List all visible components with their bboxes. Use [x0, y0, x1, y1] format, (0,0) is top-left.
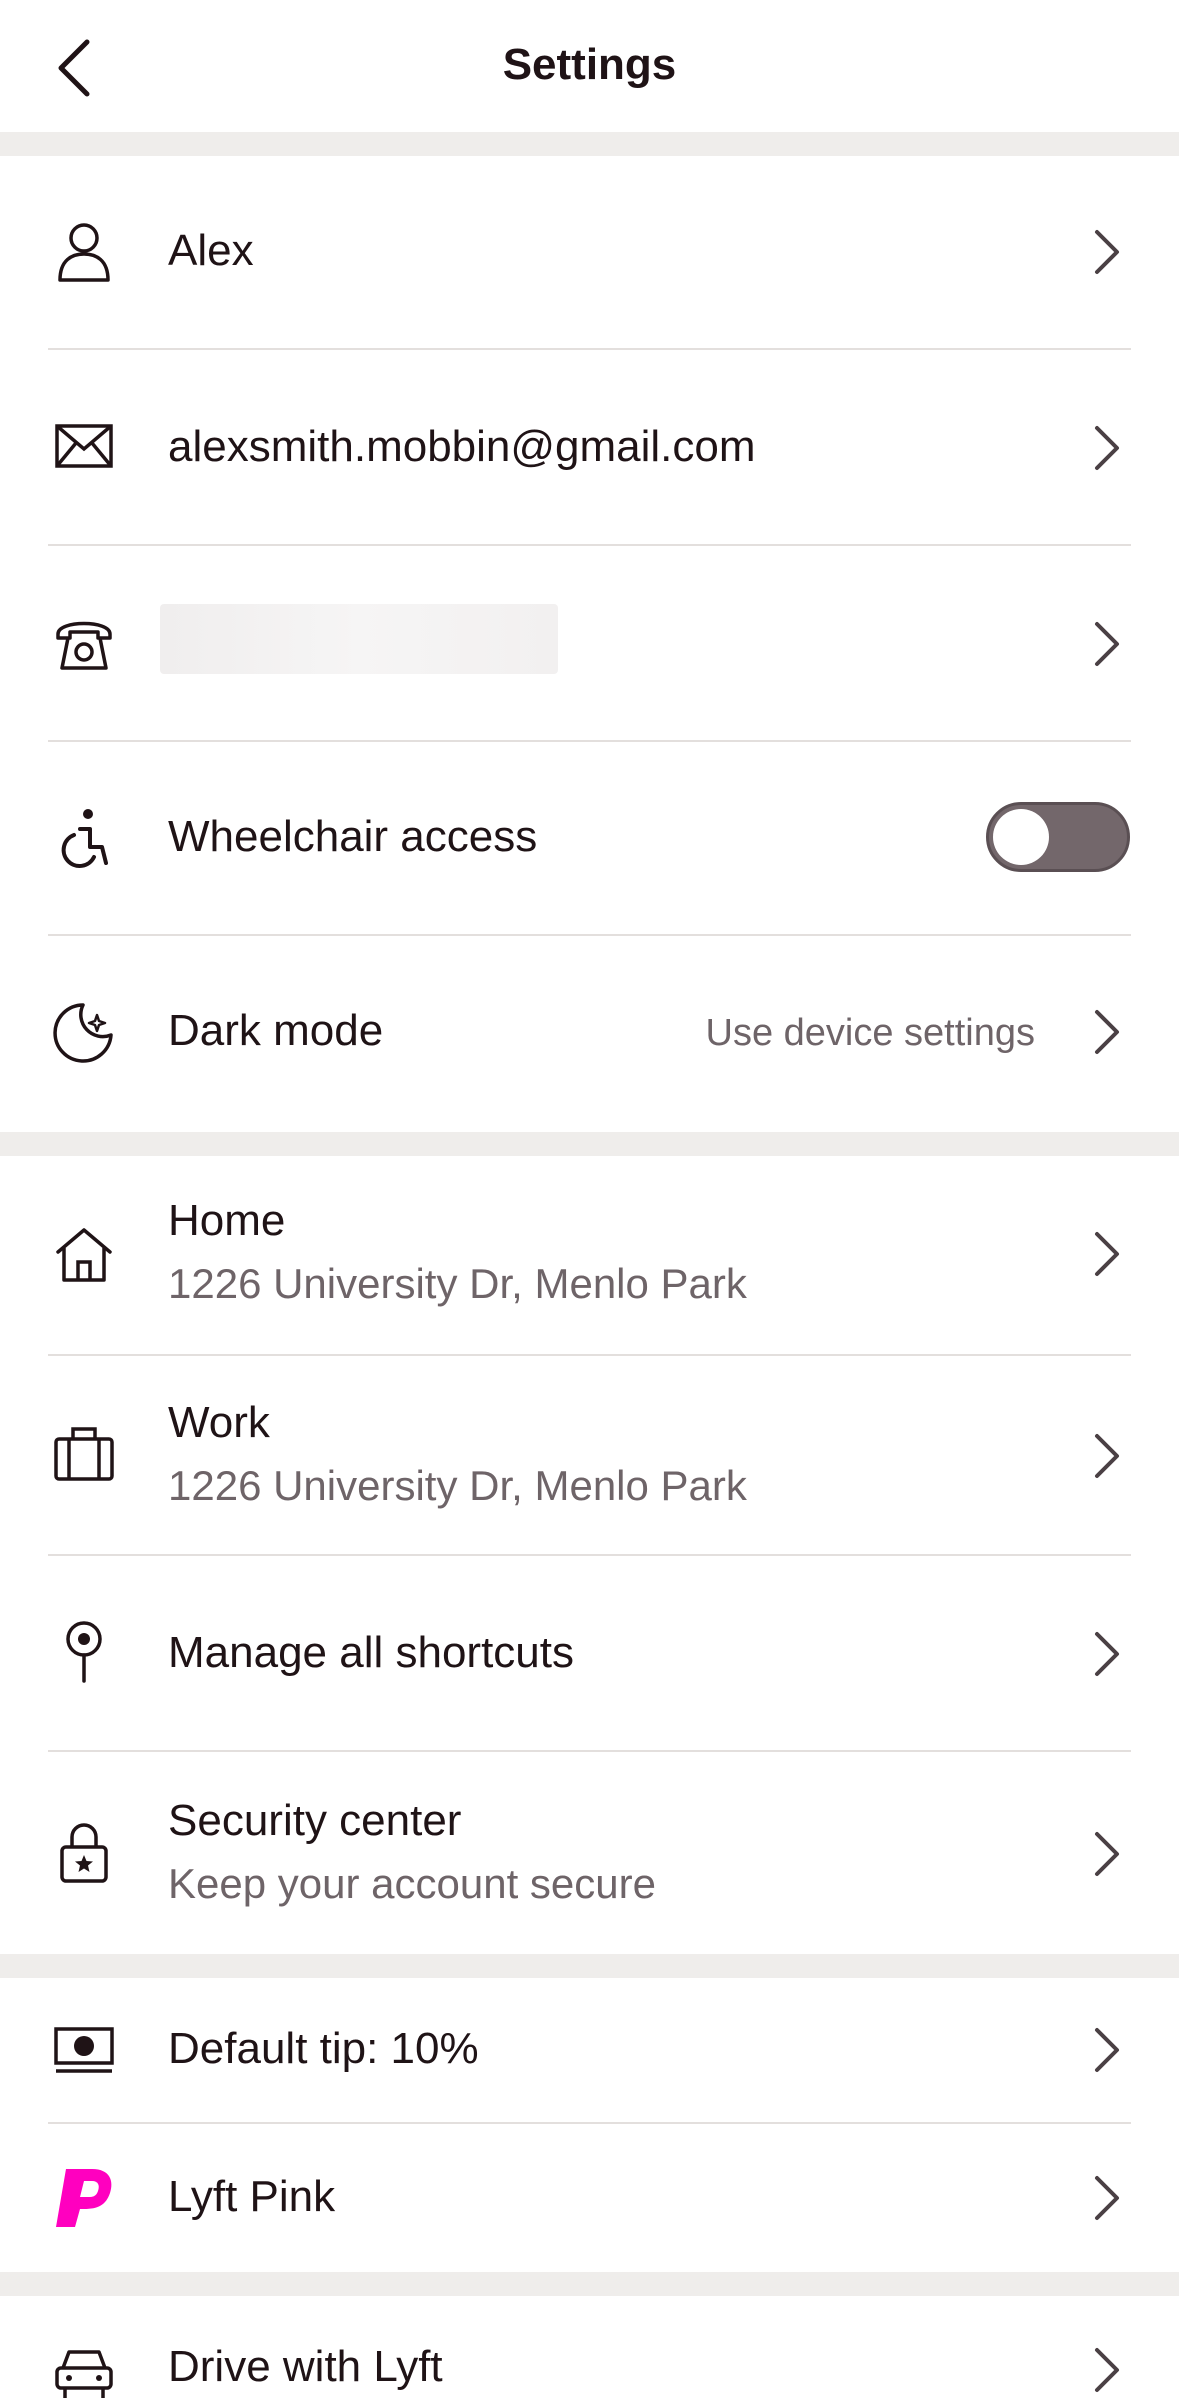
work-address: 1226 University Dr, Menlo Park	[168, 1462, 747, 1509]
chevron-right-icon	[1082, 224, 1130, 280]
car-icon	[48, 2336, 120, 2408]
lyft-pink-label: Lyft Pink	[168, 2172, 336, 2221]
default-tip-row[interactable]: Default tip: 10%	[0, 1978, 1179, 2122]
lyft-pink-row[interactable]: Lyft Pink	[0, 2124, 1179, 2272]
chevron-right-icon	[1082, 2022, 1130, 2078]
chevron-right-icon	[1082, 1428, 1130, 1484]
wheelchair-label: Wheelchair access	[168, 812, 538, 861]
lyft-pink-logo-icon	[48, 2162, 120, 2234]
person-icon	[48, 216, 120, 288]
moon-stars-icon	[48, 996, 120, 1068]
home-row[interactable]: Home 1226 University Dr, Menlo Park	[0, 1156, 1179, 1354]
lock-star-icon	[48, 1816, 120, 1888]
map-pin-icon	[48, 1616, 120, 1688]
dark-mode-value: Use device settings	[705, 1012, 1036, 1054]
home-label: Home	[168, 1196, 286, 1245]
chevron-right-icon	[1082, 1626, 1130, 1682]
envelope-icon	[48, 410, 120, 482]
page-title: Settings	[502, 40, 677, 89]
work-row[interactable]: Work 1226 University Dr, Menlo Park	[0, 1356, 1179, 1554]
section-divider	[0, 2272, 1179, 2296]
work-label: Work	[168, 1398, 270, 1447]
briefcase-icon	[48, 1418, 120, 1490]
chevron-right-icon	[1082, 1004, 1130, 1060]
telephone-icon	[48, 606, 120, 678]
chevron-right-icon	[1082, 1826, 1130, 1882]
name-label: Alex	[168, 226, 254, 275]
email-row[interactable]: alexsmith.mobbin@gmail.com	[0, 350, 1179, 544]
shortcuts-row[interactable]: Manage all shortcuts	[0, 1556, 1179, 1750]
security-subtitle: Keep your account secure	[168, 1860, 656, 1907]
chevron-right-icon	[1082, 2170, 1130, 2226]
drive-with-lyft-label: Drive with Lyft	[168, 2342, 443, 2391]
security-label: Security center	[168, 1796, 462, 1845]
dark-mode-label: Dark mode	[168, 1006, 384, 1055]
redacted-phone-number	[160, 604, 558, 674]
chevron-right-icon	[1082, 1226, 1130, 1282]
toggle-knob	[993, 809, 1049, 865]
wheelchair-icon	[48, 802, 120, 874]
chevron-right-icon	[1082, 2342, 1130, 2398]
header: Settings	[0, 0, 1179, 132]
shortcuts-label: Manage all shortcuts	[168, 1628, 574, 1677]
name-row[interactable]: Alex	[0, 156, 1179, 348]
section-divider	[0, 1954, 1179, 1978]
security-row[interactable]: Security center Keep your account secure	[0, 1752, 1179, 1954]
drive-with-lyft-row[interactable]: Drive with Lyft	[0, 2296, 1179, 2398]
section-divider	[0, 132, 1179, 156]
wheelchair-toggle[interactable]	[986, 802, 1130, 872]
email-label: alexsmith.mobbin@gmail.com	[168, 422, 756, 471]
home-address: 1226 University Dr, Menlo Park	[168, 1260, 747, 1307]
chevron-right-icon	[1082, 420, 1130, 476]
dark-mode-row[interactable]: Dark mode Use device settings	[0, 936, 1179, 1132]
default-tip-label: Default tip: 10%	[168, 2024, 479, 2073]
house-icon	[48, 1218, 120, 1290]
chevron-right-icon	[1082, 616, 1130, 672]
cash-icon	[48, 2014, 120, 2086]
section-divider	[0, 1132, 1179, 1156]
